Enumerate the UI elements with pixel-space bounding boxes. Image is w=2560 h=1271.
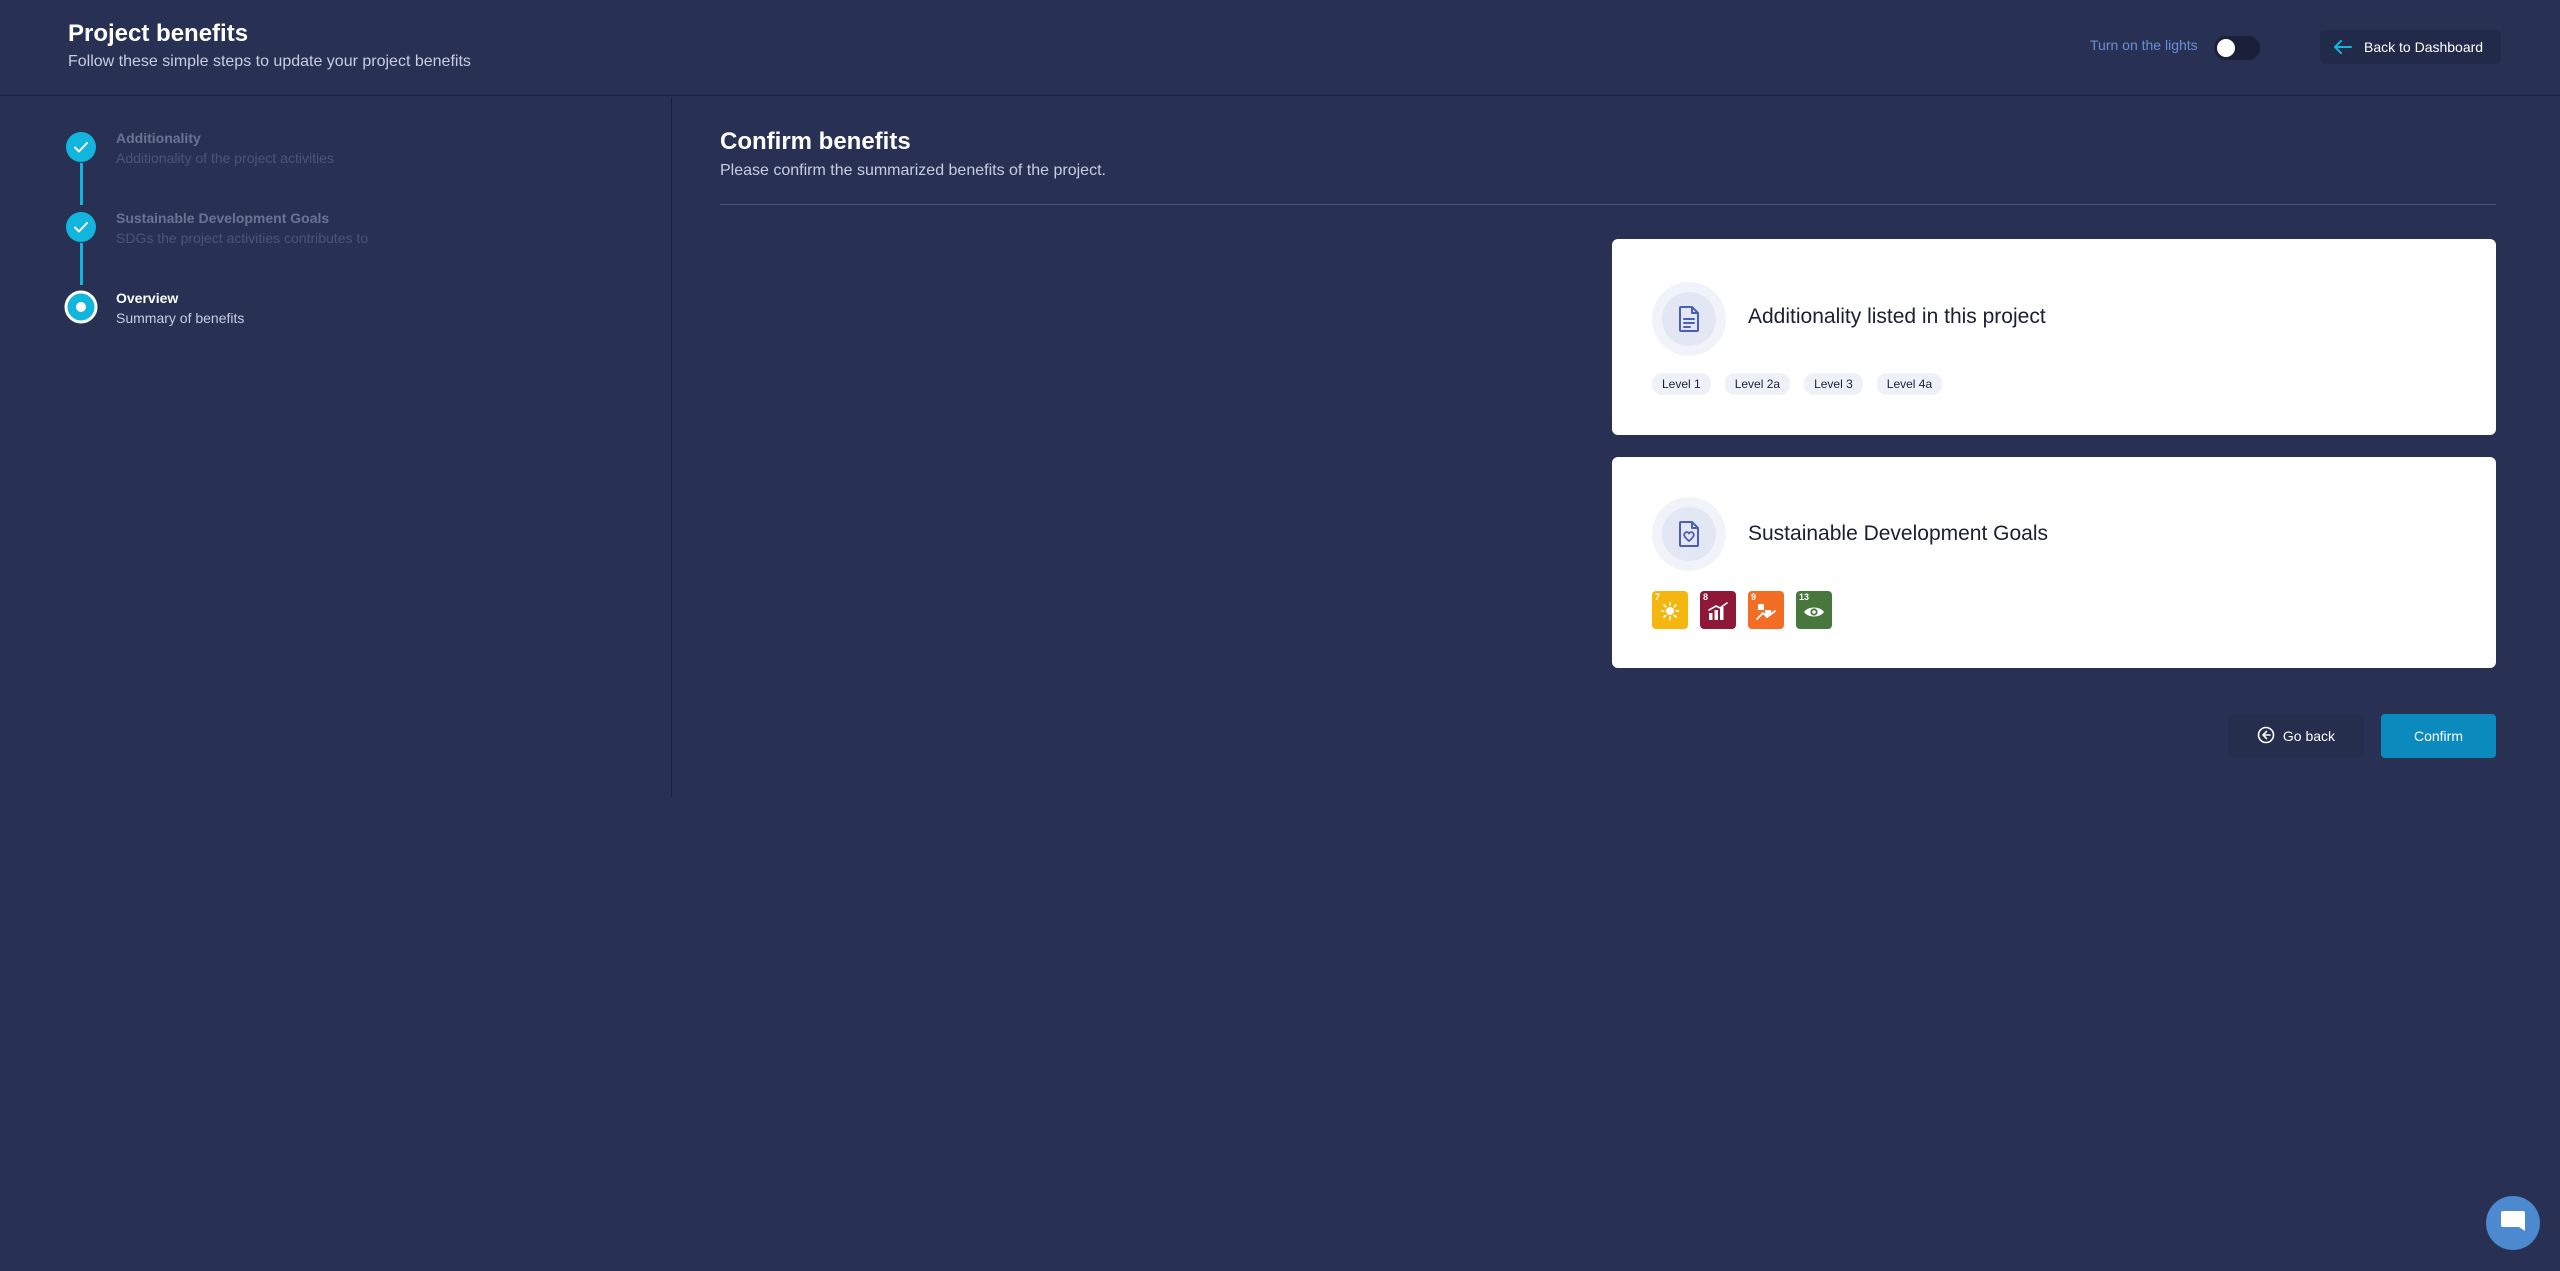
check-icon [64, 210, 98, 244]
page-title: Project benefits [68, 20, 249, 47]
level-chip: Level 4a [1876, 373, 1943, 395]
back-to-dashboard-button[interactable]: Back to Dashboard [2320, 30, 2502, 64]
go-back-button[interactable]: Go back [2228, 714, 2364, 758]
level-chip: Level 1 [1652, 373, 1711, 395]
document-icon [1652, 282, 1726, 356]
step-description: Additionality of the project activities [116, 150, 334, 166]
step-title: Overview [116, 290, 179, 306]
stepper-sidebar [0, 97, 672, 797]
go-back-label: Go back [2282, 728, 2336, 744]
chat-widget-button[interactable] [2486, 1196, 2540, 1250]
lights-toggle[interactable] [2214, 36, 2260, 60]
page-subtitle: Follow these simple steps to update your… [68, 53, 471, 70]
chat-bubble-icon [2499, 1207, 2527, 1240]
arrow-circle-left-icon [2257, 726, 2275, 747]
page-header: Project benefits Follow these simple ste… [0, 0, 2560, 96]
level-chip: Level 3 [1804, 373, 1863, 395]
step-connector [80, 163, 83, 205]
sdg-9-tile: 9 [1748, 591, 1784, 629]
industry-icon [1755, 601, 1777, 626]
card-title: Additionality listed in this project [1748, 305, 2046, 328]
eye-earth-icon [1802, 603, 1826, 626]
sdg-13-tile: 13 [1796, 591, 1832, 629]
step-title: Additionality [116, 130, 201, 146]
sdg-7-tile: 7 [1652, 591, 1688, 629]
section-title: Confirm benefits [720, 128, 911, 155]
step-description: Summary of benefits [116, 310, 245, 326]
additionality-card: Additionality listed in this project Lev… [1612, 239, 2496, 435]
step-description: SDGs the project activities contributes … [116, 230, 369, 246]
arrow-left-icon [2334, 40, 2352, 54]
section-subtitle: Please confirm the summarized benefits o… [720, 162, 1106, 179]
divider [720, 204, 2496, 205]
sun-icon [1660, 601, 1680, 626]
back-to-dashboard-label: Back to Dashboard [2364, 39, 2484, 55]
growth-chart-icon [1707, 601, 1729, 626]
check-icon [64, 130, 98, 164]
step-title: Sustainable Development Goals [116, 210, 330, 226]
additionality-chips: Level 1 Level 2a Level 3 Level 4a [1652, 373, 1943, 395]
heart-document-icon [1652, 497, 1726, 571]
step-connector [80, 243, 83, 285]
current-step-icon [64, 290, 98, 324]
sdg-8-tile: 8 [1700, 591, 1736, 629]
confirm-button[interactable]: Confirm [2381, 714, 2496, 758]
lights-toggle-label: Turn on the lights [2090, 37, 2198, 53]
toggle-knob [2217, 39, 2235, 57]
level-chip: Level 2a [1724, 373, 1791, 395]
sdg-icons: 7 8 9 13 [1652, 591, 1832, 629]
card-title: Sustainable Development Goals [1748, 522, 2049, 545]
sdg-card: Sustainable Development Goals 7 8 9 13 [1612, 457, 2496, 668]
